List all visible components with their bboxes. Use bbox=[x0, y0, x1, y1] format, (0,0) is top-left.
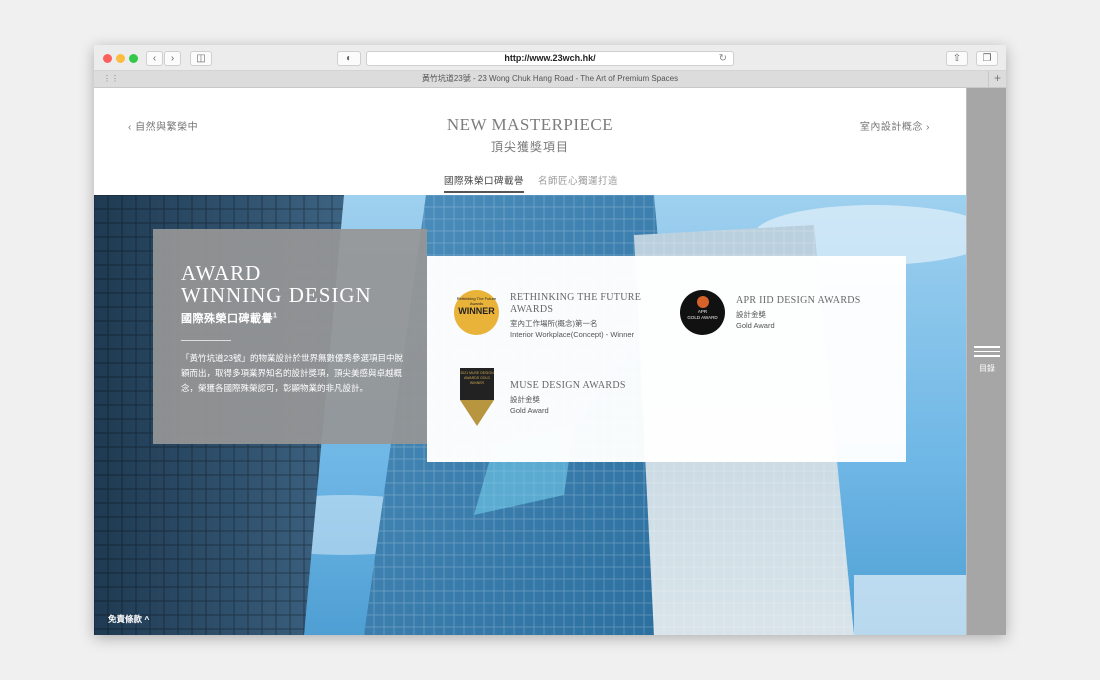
tabs-overview-button[interactable]: ❐ bbox=[976, 51, 998, 66]
page-content: ‹ 自然與繁榮中 NEW MASTERPIECE 頂尖獲獎項目 室內設計概念 ›… bbox=[94, 88, 1006, 635]
hero-section: AWARD WINNING DESIGN 國際殊榮口碑載譽1 「黃竹坑道23號」… bbox=[94, 195, 966, 635]
apr-gold-award-badge-icon: APR GOLD AWARD bbox=[680, 290, 725, 335]
nav-next-label: 室內設計概念 bbox=[859, 122, 923, 133]
rtf-winner-badge-icon: Rethinking The Future Awards WINNER bbox=[454, 290, 499, 335]
divider bbox=[181, 340, 231, 341]
maximize-window-button[interactable] bbox=[129, 54, 138, 63]
award-name: APR IID DESIGN AWARDS bbox=[736, 295, 861, 306]
tab-title[interactable]: 黃竹坑道23號 - 23 Wong Chuk Hang Road - The A… bbox=[422, 74, 678, 83]
award-heading-zh: 國際殊榮口碑載譽1 bbox=[181, 310, 277, 326]
url-bar[interactable]: http://www.23wch.hk/ ↻ bbox=[366, 51, 734, 66]
award-item-apr: APR IID DESIGN AWARDS 設計金獎 Gold Award bbox=[736, 295, 896, 331]
award-heading-zh-text: 國際殊榮口碑載譽 bbox=[181, 313, 273, 325]
award-item-rtf: RETHINKING THE FUTURE AWARDS 室內工作場所(概念)第… bbox=[510, 292, 670, 340]
footnote-mark: 1 bbox=[273, 312, 278, 320]
minimize-window-button[interactable] bbox=[116, 54, 125, 63]
close-window-button[interactable] bbox=[103, 54, 112, 63]
page-title: NEW MASTERPIECE bbox=[446, 115, 614, 134]
award-detail-en: Interior Workplace(Concept) - Winner bbox=[510, 330, 635, 339]
award-heading: AWARD WINNING DESIGN bbox=[181, 261, 372, 307]
apr-badge-text: GOLD AWARD bbox=[687, 315, 718, 320]
awards-list-panel: Rethinking The Future Awards WINNER RETH… bbox=[427, 256, 906, 462]
disclaimer-link[interactable]: 免責條款 ^ bbox=[108, 613, 149, 625]
shield-icon[interactable]: ◐ bbox=[337, 51, 361, 66]
award-detail-en: Gold Award bbox=[736, 321, 775, 330]
rtf-badge-small-text: Rethinking The Future Awards bbox=[456, 296, 497, 306]
share-button[interactable]: ⇧ bbox=[946, 51, 968, 66]
award-description: 「黃竹坑道23號」的物業設計於世界無數優秀參選項目中脫穎而出，取得多項業界知名的… bbox=[181, 353, 403, 393]
award-detail-en: Gold Award bbox=[510, 406, 549, 415]
url-text: http://www.23wch.hk/ bbox=[504, 53, 596, 63]
muse-badge-text: 2021 MUSE DESIGN AWARDS GOLD WINNER bbox=[460, 368, 494, 400]
tab-designer[interactable]: 名師匠心獨運打造 bbox=[538, 173, 618, 187]
menu-label[interactable]: 目錄 bbox=[967, 363, 1006, 374]
new-tab-button[interactable]: + bbox=[988, 71, 1006, 87]
browser-toolbar: ‹ › ◫ ◐ http://www.23wch.hk/ ↻ ⇧ ❐ bbox=[94, 45, 1006, 71]
award-detail-zh: 設計金獎 bbox=[510, 395, 540, 404]
chevron-right-icon: › bbox=[922, 122, 930, 133]
forward-button[interactable]: › bbox=[164, 51, 181, 66]
award-name: RETHINKING THE FUTURE AWARDS bbox=[510, 292, 642, 315]
award-detail-zh: 設計金獎 bbox=[736, 310, 766, 319]
award-info-panel: AWARD WINNING DESIGN 國際殊榮口碑載譽1 「黃竹坑道23號」… bbox=[153, 229, 427, 444]
tab-awards[interactable]: 國際殊榮口碑載譽 bbox=[444, 173, 525, 193]
hamburger-menu-icon[interactable] bbox=[974, 346, 1000, 358]
rtf-badge-big-text: WINNER bbox=[458, 306, 495, 316]
award-item-muse: MUSE DESIGN AWARDS 設計金獎 Gold Award bbox=[510, 380, 670, 416]
apr-badge-orb bbox=[696, 296, 709, 308]
sidebar-toggle-button[interactable]: ◫ bbox=[190, 51, 212, 66]
award-detail-zh: 室內工作場所(概念)第一名 bbox=[510, 319, 598, 328]
page-subtitle: 頂尖獲獎項目 bbox=[490, 140, 569, 154]
muse-badge-shield bbox=[460, 400, 494, 426]
reload-icon[interactable]: ↻ bbox=[719, 52, 727, 65]
side-menu[interactable]: 目錄 bbox=[966, 88, 1006, 635]
grid-icon[interactable]: ⋮⋮ bbox=[103, 74, 119, 84]
muse-gold-award-badge-icon: 2021 MUSE DESIGN AWARDS GOLD WINNER bbox=[460, 368, 494, 426]
nav-next-link[interactable]: 室內設計概念 › bbox=[860, 118, 930, 133]
tab-bar: ⋮⋮ 黃竹坑道23號 - 23 Wong Chuk Hang Road - Th… bbox=[94, 71, 1006, 88]
browser-window: ‹ › ◫ ◐ http://www.23wch.hk/ ↻ ⇧ ❐ ⋮⋮ 黃竹… bbox=[94, 45, 1006, 635]
page-header: ‹ 自然與繁榮中 NEW MASTERPIECE 頂尖獲獎項目 室內設計概念 ›… bbox=[94, 88, 966, 195]
back-button[interactable]: ‹ bbox=[146, 51, 163, 66]
award-name: MUSE DESIGN AWARDS bbox=[510, 380, 626, 391]
